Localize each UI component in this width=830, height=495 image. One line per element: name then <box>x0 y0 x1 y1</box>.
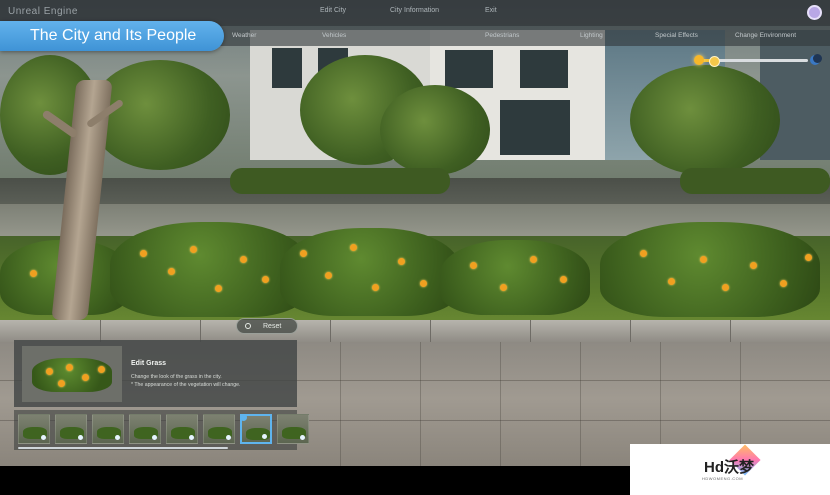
curb <box>0 320 830 342</box>
thumbnail-scrollbar[interactable] <box>18 447 228 449</box>
reset-label: Reset <box>263 323 282 330</box>
building-window <box>272 48 302 88</box>
watermark-subtext: HDWOMENG.COM <box>702 476 744 481</box>
panel-description-line: Change the look of the grass in the city… <box>131 374 222 380</box>
nav-edit-city[interactable]: Edit City <box>320 7 346 14</box>
grass-option-thumbnail[interactable] <box>277 414 309 444</box>
nav-exit[interactable]: Exit <box>485 7 497 14</box>
slider-handle[interactable] <box>708 56 720 67</box>
building-entrance <box>500 100 570 155</box>
watermark-logo-text: Hd沃梦 <box>704 459 754 476</box>
time-of-day-slider[interactable] <box>694 54 822 67</box>
grass-option-thumbnail[interactable] <box>240 414 272 444</box>
brand-label: Unreal Engine <box>8 6 78 17</box>
flower-bush <box>600 222 820 317</box>
hedge <box>680 168 830 194</box>
grass-option-thumbnail[interactable] <box>166 414 198 444</box>
sun-icon <box>694 55 704 65</box>
grass-option-thumbnail[interactable] <box>18 414 50 444</box>
grass-option-thumbnail[interactable] <box>203 414 235 444</box>
edit-grass-panel: Edit Grass Change the look of the grass … <box>14 340 297 407</box>
building-window <box>445 50 493 88</box>
flower-bush <box>440 240 590 315</box>
flower-bush <box>280 228 460 316</box>
panel-description-note: * The appearance of the vegetation will … <box>131 382 241 388</box>
nav-city-information[interactable]: City Information <box>390 7 439 14</box>
grass-option-thumbnail[interactable] <box>129 414 161 444</box>
tree-canopy <box>380 85 490 175</box>
hedge <box>230 168 450 194</box>
moon-icon <box>810 54 822 65</box>
tab-special-effects[interactable]: Special Effects <box>655 32 698 39</box>
reset-icon <box>245 323 251 329</box>
tree-canopy <box>90 60 230 170</box>
page-title: The City and Its People <box>0 21 224 51</box>
reset-button[interactable]: Reset <box>236 318 298 334</box>
panel-description: Change the look of the grass in the city… <box>131 373 291 389</box>
building-window <box>520 50 568 88</box>
panel-title: Edit Grass <box>131 360 167 367</box>
user-avatar-icon[interactable] <box>807 5 822 20</box>
grass-preview-image <box>22 346 122 402</box>
grass-option-thumbnail[interactable] <box>55 414 87 444</box>
tab-weather[interactable]: Weather <box>232 32 256 39</box>
tree-canopy <box>630 65 780 175</box>
tab-lighting[interactable]: Lighting <box>580 32 603 39</box>
tab-vehicles[interactable]: Vehicles <box>322 32 346 39</box>
grass-options-strip <box>14 410 309 450</box>
viewport[interactable]: Unreal Engine Edit City City Information… <box>0 0 830 495</box>
grass-option-thumbnail[interactable] <box>92 414 124 444</box>
tab-change-environment[interactable]: Change Environment <box>735 32 796 39</box>
tab-pedestrians[interactable]: Pedestrians <box>485 32 519 39</box>
watermark: Hd沃梦 HDWOMENG.COM <box>630 444 830 495</box>
